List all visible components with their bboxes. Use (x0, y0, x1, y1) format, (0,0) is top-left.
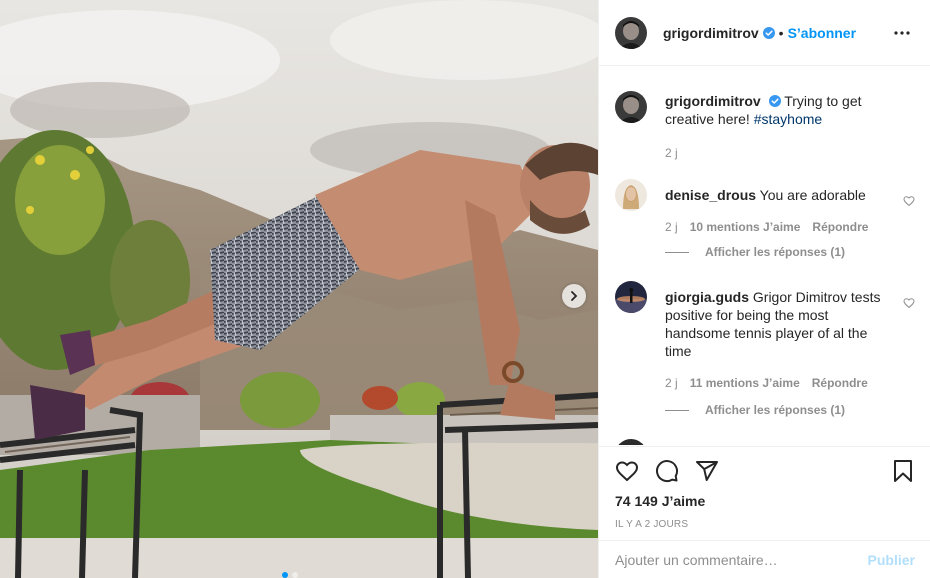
more-icon (894, 30, 910, 35)
caption-age[interactable]: 2 j (665, 144, 678, 162)
comment-avatar[interactable] (615, 439, 647, 445)
comment-icon[interactable] (655, 459, 679, 483)
comment-like-heart-icon[interactable] (903, 195, 915, 207)
comment-username[interactable]: giorgia.guds (665, 289, 749, 305)
caption-hashtag[interactable]: #stayhome (754, 111, 822, 127)
view-replies-button[interactable]: Afficher les réponses (1) (665, 403, 845, 417)
caption-text-line: grigordimitrov Trying to get creative he… (665, 92, 895, 128)
comment-like-heart-icon[interactable] (903, 297, 915, 309)
post-header: grigordimitrov • S’abonner (599, 0, 930, 66)
chevron-right-icon (571, 291, 578, 301)
share-icon[interactable] (695, 459, 719, 483)
author-avatar-image (615, 16, 647, 49)
comment-meta: 2 j 10 mentions J’aime Répondre (665, 218, 895, 236)
comment-body: denise_drous You are adorable 2 j 10 men… (665, 179, 915, 236)
comment-avatar-image (615, 179, 647, 211)
comment-composer: Publier (599, 540, 930, 578)
replies-divider (665, 251, 689, 253)
post-timestamp[interactable]: IL Y A 2 JOURS (615, 519, 915, 530)
replies-divider (665, 409, 689, 411)
verified-icon (762, 26, 775, 39)
carousel-indicator (282, 572, 298, 578)
more-options-button[interactable] (890, 21, 914, 45)
header-separator: • (778, 24, 784, 41)
post-actions: 74 149 J’aime IL Y A 2 JOURS (599, 446, 930, 530)
post-media[interactable] (0, 0, 598, 578)
author-username[interactable]: grigordimitrov (663, 25, 759, 41)
view-replies-label: Afficher les réponses (1) (705, 245, 846, 259)
comment-row: denise_drous You are adorable 2 j 10 men… (615, 179, 915, 236)
caption-row: grigordimitrov Trying to get creative he… (615, 91, 915, 162)
comment-input[interactable] (615, 551, 868, 568)
comment-row: giorgia.guds Grigor Dimitrov tests posit… (615, 281, 915, 392)
comment-meta: 2 j 11 mentions J’aime Répondre (665, 374, 895, 392)
reply-button[interactable]: Répondre (812, 218, 868, 236)
verified-icon (768, 95, 781, 107)
comment-age[interactable]: 2 j (665, 218, 678, 236)
next-slide-button[interactable] (562, 284, 586, 308)
comment-avatar-image (615, 281, 647, 313)
comment-age[interactable]: 2 j (665, 374, 678, 392)
comment-likes[interactable]: 11 mentions J’aime (690, 374, 800, 392)
comment-username[interactable]: denise_drous (665, 187, 756, 203)
follow-button[interactable]: S’abonner (788, 25, 856, 41)
comments-list[interactable]: grigordimitrov Trying to get creative he… (599, 67, 930, 445)
heart-icon[interactable] (615, 459, 639, 483)
view-replies-label: Afficher les réponses (1) (705, 403, 846, 417)
caption-author-avatar-image (615, 91, 647, 123)
caption-username[interactable]: grigordimitrov (665, 93, 761, 109)
publish-button[interactable]: Publier (868, 552, 915, 568)
caption-meta: 2 j (665, 144, 895, 162)
comment-avatar[interactable] (615, 179, 647, 211)
carousel-dot-active (282, 572, 288, 578)
caption-author-avatar[interactable] (615, 91, 647, 123)
author-avatar[interactable] (615, 16, 647, 49)
carousel-dot (292, 572, 298, 578)
bookmark-icon[interactable] (891, 459, 915, 483)
post-side-panel: grigordimitrov • S’abonner grigordimitro… (598, 0, 930, 578)
view-replies-button[interactable]: Afficher les réponses (1) (665, 245, 845, 259)
caption-body: grigordimitrov Trying to get creative he… (665, 91, 915, 162)
comment-body: giorgia.guds Grigor Dimitrov tests posit… (665, 281, 915, 392)
post-photo (0, 0, 598, 578)
likes-count[interactable]: 74 149 J’aime (615, 493, 915, 509)
comment-likes[interactable]: 10 mentions J’aime (690, 218, 801, 236)
reply-button[interactable]: Répondre (812, 374, 868, 392)
comment-avatar[interactable] (615, 281, 647, 313)
action-icons (615, 447, 915, 495)
comment-text: You are adorable (759, 187, 866, 203)
